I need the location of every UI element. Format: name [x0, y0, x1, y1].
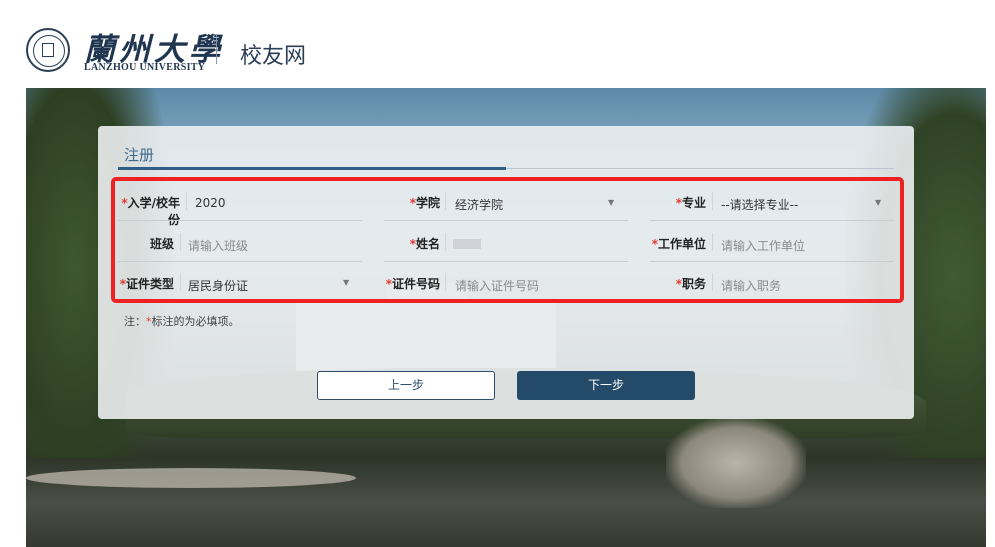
university-seal-icon — [26, 28, 70, 72]
tab-register[interactable]: 注册 — [124, 144, 154, 165]
tab-active-indicator — [118, 167, 506, 170]
site-name: 校友网 — [240, 44, 307, 69]
highlight-box — [111, 177, 904, 303]
header-divider — [216, 34, 217, 64]
prev-step-button[interactable]: 上一步 — [317, 371, 495, 400]
university-logo-english: LANZHOU UNIVERSITY — [84, 62, 206, 73]
site-header: 蘭州大學 LANZHOU UNIVERSITY 校友网 — [0, 0, 995, 88]
next-step-button[interactable]: 下一步 — [517, 371, 695, 400]
required-note: 注：*标注的为必填项。 — [124, 315, 240, 328]
